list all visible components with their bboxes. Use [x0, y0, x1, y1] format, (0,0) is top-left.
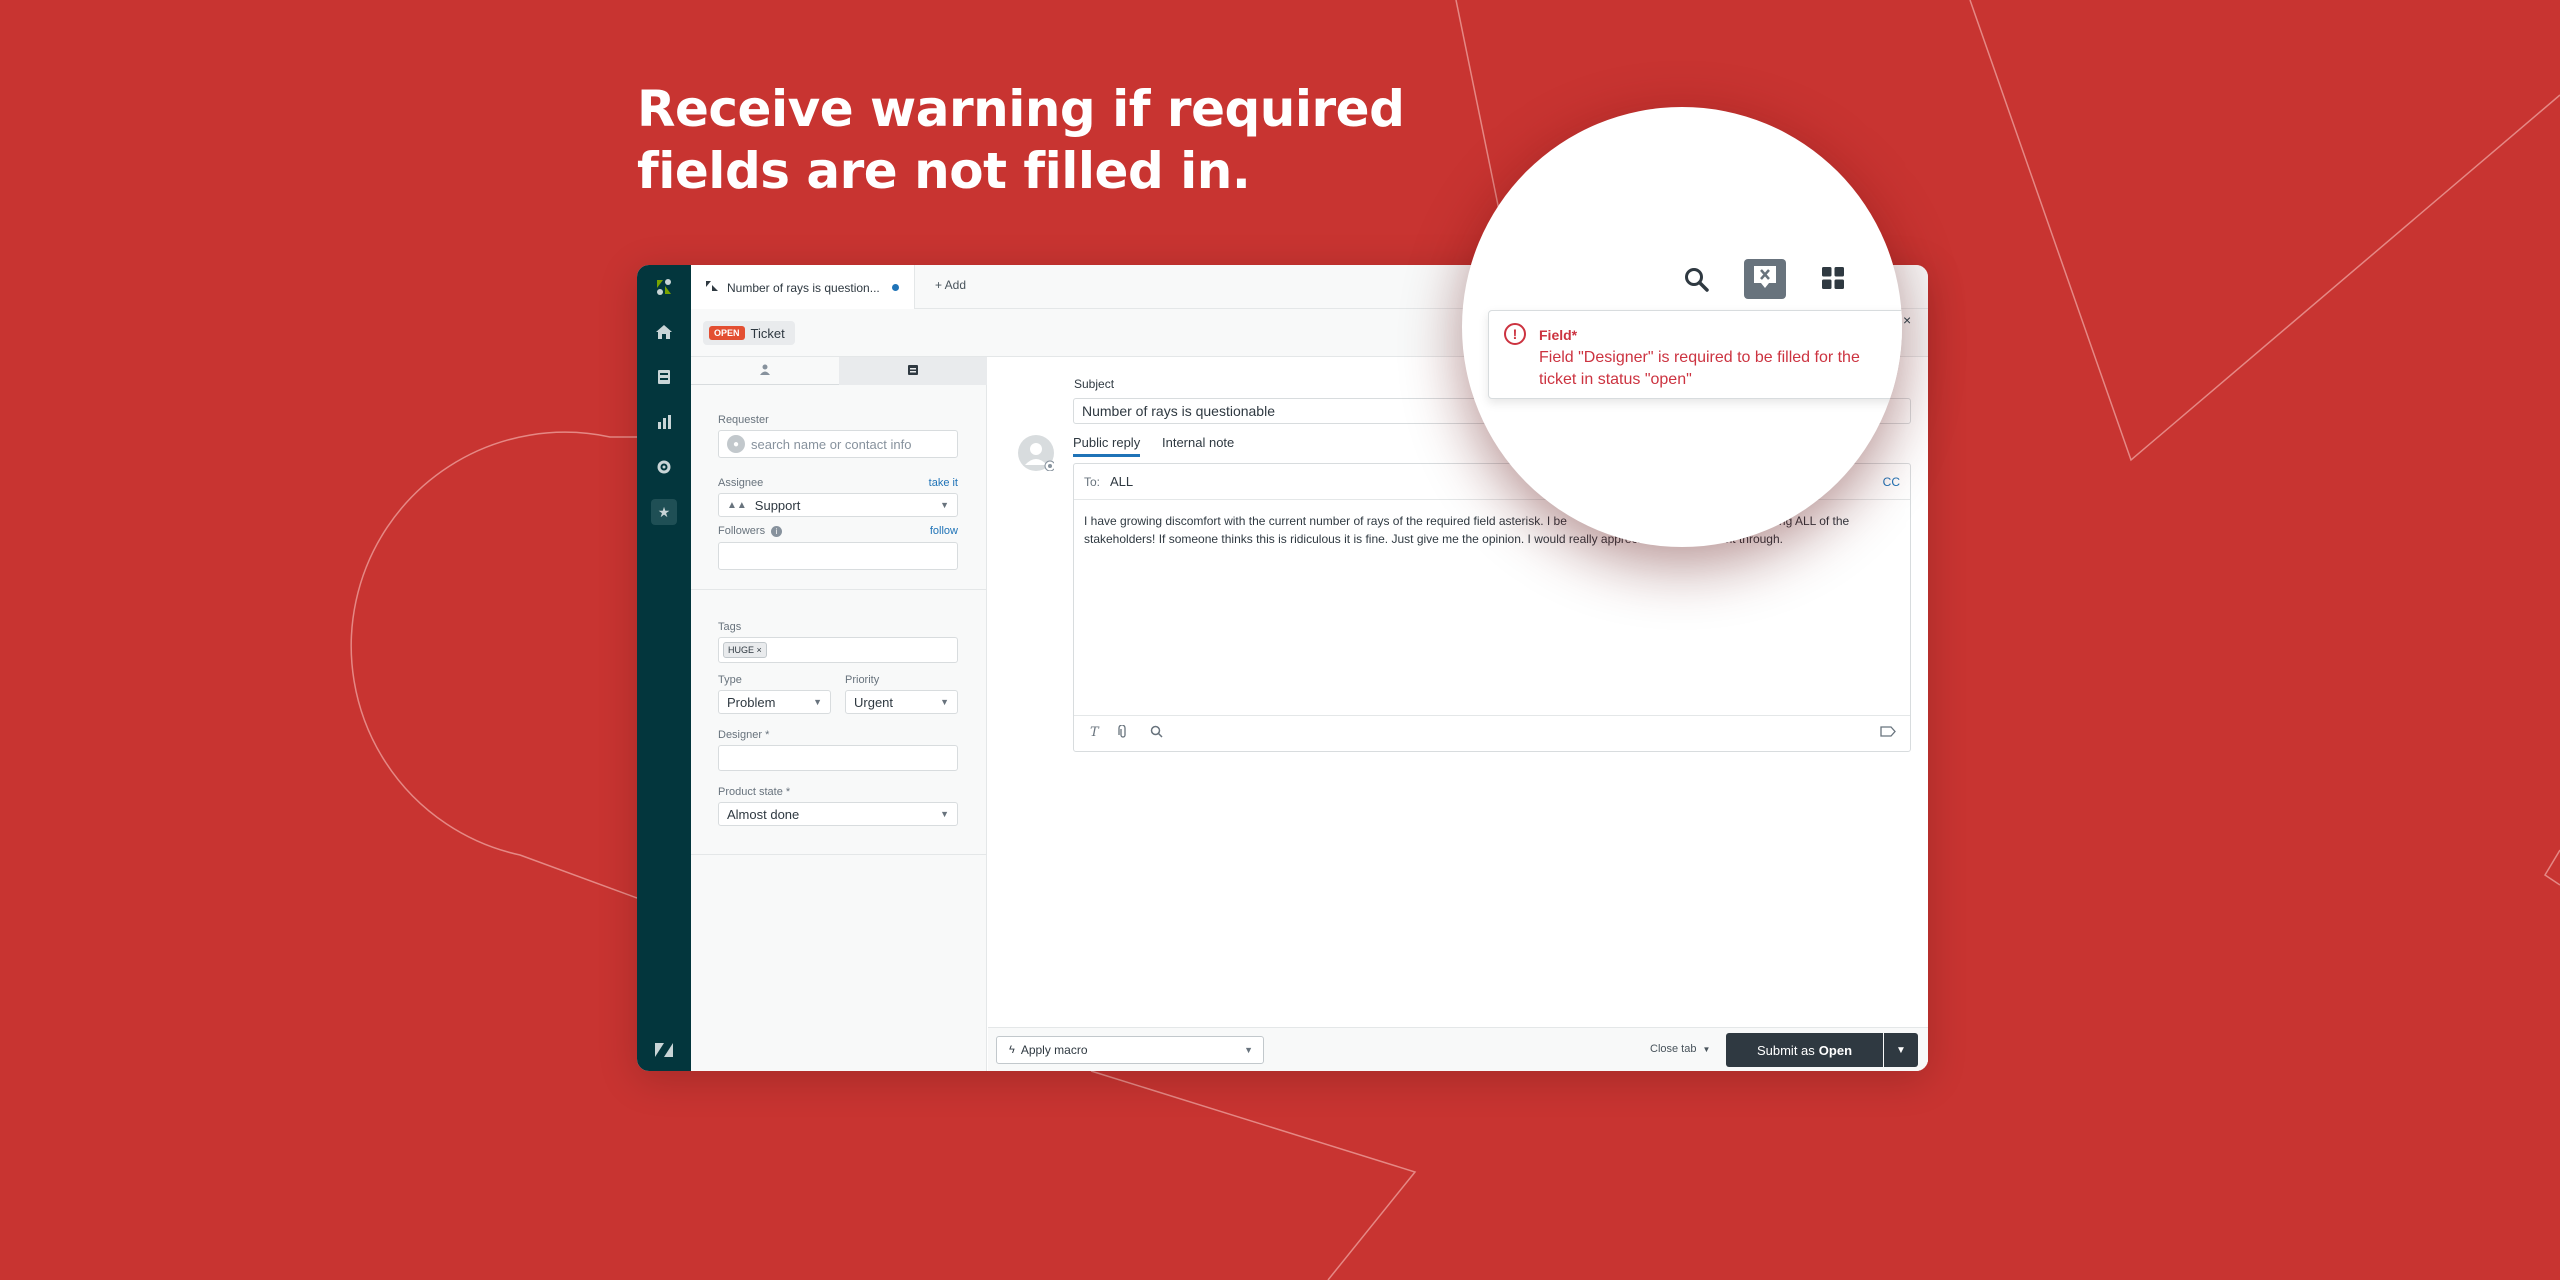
search-knowledge-icon[interactable]: [1150, 725, 1163, 741]
required-field-warning: ! Field* Field "Designer" is required to…: [1488, 310, 1902, 399]
product-state-select[interactable]: Almost done ▼: [718, 802, 958, 826]
priority-value: Urgent: [854, 694, 894, 710]
chat-x-icon: [1752, 264, 1778, 295]
assignee-value: Support: [754, 497, 801, 513]
submit-status: Open: [1818, 1042, 1853, 1058]
body-line-2: stakeholders! If someone thinks this is …: [1084, 532, 1641, 546]
to-label: To:: [1084, 474, 1101, 489]
priority-label: Priority: [845, 674, 880, 686]
designer-input[interactable]: [718, 745, 958, 771]
chevron-down-icon: ▼: [940, 500, 949, 510]
chevron-down-icon: ▼: [1244, 1045, 1253, 1055]
assignee-label: Assignee: [718, 477, 764, 489]
close-tab-button[interactable]: Close tab ▼: [1650, 1043, 1710, 1055]
apply-macro-select[interactable]: ϟ Apply macro ▼: [996, 1036, 1264, 1064]
unsaved-dot-icon: [891, 284, 899, 291]
warning-message: Field "Designer" is required to be fille…: [1539, 349, 1860, 388]
apply-macro-label: Apply macro: [1020, 1043, 1088, 1057]
home-icon[interactable]: [637, 317, 691, 347]
zendesk-logo-icon[interactable]: [637, 272, 691, 302]
reporting-icon[interactable]: [637, 407, 691, 437]
chevron-down-icon: ▼: [1702, 1045, 1711, 1054]
requester-avatar-icon: ●: [727, 435, 745, 453]
section-divider: [691, 854, 987, 855]
headline-line-2: fields are not filled in.: [637, 142, 1251, 200]
user-tab[interactable]: [691, 357, 839, 385]
follow-link[interactable]: follow: [930, 525, 958, 537]
agent-avatar: [1018, 435, 1054, 471]
text-format-icon[interactable]: T: [1090, 725, 1099, 740]
chevron-down-icon: ▼: [813, 697, 822, 707]
magnifier-callout: ! Field* Field "Designer" is required to…: [1462, 107, 1902, 547]
app-star-icon[interactable]: ★: [637, 497, 691, 527]
followers-input[interactable]: [718, 542, 958, 570]
chevron-down-icon: ▼: [940, 697, 949, 707]
warning-icon: !: [1504, 323, 1526, 345]
warning-title: Field*: [1539, 327, 1578, 343]
requester-placeholder: search name or contact info: [751, 436, 912, 452]
chevron-down-icon: ▼: [940, 809, 949, 819]
type-label: Type: [718, 674, 742, 686]
chevron-down-icon: ▼: [1896, 1044, 1906, 1056]
zendesk-z-icon[interactable]: [637, 1035, 691, 1065]
add-tab-button[interactable]: + Add: [935, 278, 966, 292]
status-badge: OPEN: [709, 326, 745, 340]
ticket-breadcrumb[interactable]: OPEN Ticket: [703, 321, 795, 345]
submit-button[interactable]: Submit as Open: [1726, 1033, 1883, 1067]
assignee-select[interactable]: ▲▲ Support ▼: [718, 493, 958, 517]
type-value: Problem: [727, 694, 776, 710]
submit-prefix: Submit as: [1756, 1042, 1815, 1058]
search-icon[interactable]: [1682, 265, 1712, 295]
ticket-properties-tab[interactable]: [839, 357, 987, 385]
requester-label: Requester: [718, 414, 769, 426]
close-tab-label: Close tab: [1650, 1043, 1697, 1055]
to-value[interactable]: ALL: [1110, 474, 1133, 489]
apps-grid-icon[interactable]: [1822, 267, 1844, 289]
requester-input[interactable]: ● search name or contact info: [718, 430, 958, 458]
internal-note-tab[interactable]: Internal note: [1162, 435, 1234, 450]
ticket-properties-panel: Requester ● search name or contact info …: [691, 357, 987, 1071]
admin-gear-icon[interactable]: [637, 452, 691, 482]
lightning-icon: ϟ: [1009, 1044, 1015, 1056]
views-icon[interactable]: [637, 362, 691, 392]
take-it-link[interactable]: take it: [929, 477, 958, 489]
ticket-tab-title: Number of rays is question...: [727, 280, 880, 295]
tags-label: Tags: [718, 621, 742, 633]
priority-select[interactable]: Urgent ▼: [845, 690, 958, 714]
section-divider: [691, 589, 987, 590]
submit-options-button[interactable]: ▼: [1884, 1033, 1918, 1067]
ticket-footer: ϟ Apply macro ▼ Close tab ▼ Submit as Op…: [988, 1027, 1928, 1071]
designer-label: Designer *: [718, 729, 770, 741]
required-fields-alert-button[interactable]: [1744, 259, 1786, 299]
ticket-tab-logo-icon: [705, 280, 719, 295]
type-select[interactable]: Problem ▼: [718, 690, 831, 714]
followers-label: Followers i: [718, 525, 783, 537]
properties-tabs: [691, 357, 987, 385]
channel-switch-icon[interactable]: [1880, 725, 1896, 741]
tag-chip[interactable]: HUGE ×: [723, 642, 767, 658]
ticket-properties-icon: [908, 364, 918, 378]
attachment-icon[interactable]: [1118, 724, 1128, 742]
close-warning-button[interactable]: ×: [1903, 312, 1911, 328]
info-icon: i: [771, 526, 783, 537]
ticket-tab[interactable]: Number of rays is question...: [691, 265, 915, 310]
product-state-label: Product state *: [718, 786, 791, 798]
public-reply-tab[interactable]: Public reply: [1073, 435, 1141, 457]
cc-link[interactable]: CC: [1883, 475, 1900, 489]
tags-input[interactable]: HUGE ×: [718, 637, 958, 663]
body-line-1: I have growing discomfort with the curre…: [1084, 514, 1567, 528]
group-icon: ▲▲: [727, 499, 747, 511]
subject-label: Subject: [1074, 377, 1115, 391]
editor-toolbar: T: [1074, 715, 1910, 751]
ticket-label: Ticket: [750, 325, 785, 341]
headline: Receive warning if required fields are n…: [637, 78, 1405, 202]
headline-line-1: Receive warning if required: [637, 80, 1405, 138]
followers-label-text: Followers: [718, 525, 766, 537]
nav-rail: ★: [637, 265, 691, 1071]
product-state-value: Almost done: [727, 806, 800, 822]
user-icon: [760, 364, 770, 378]
